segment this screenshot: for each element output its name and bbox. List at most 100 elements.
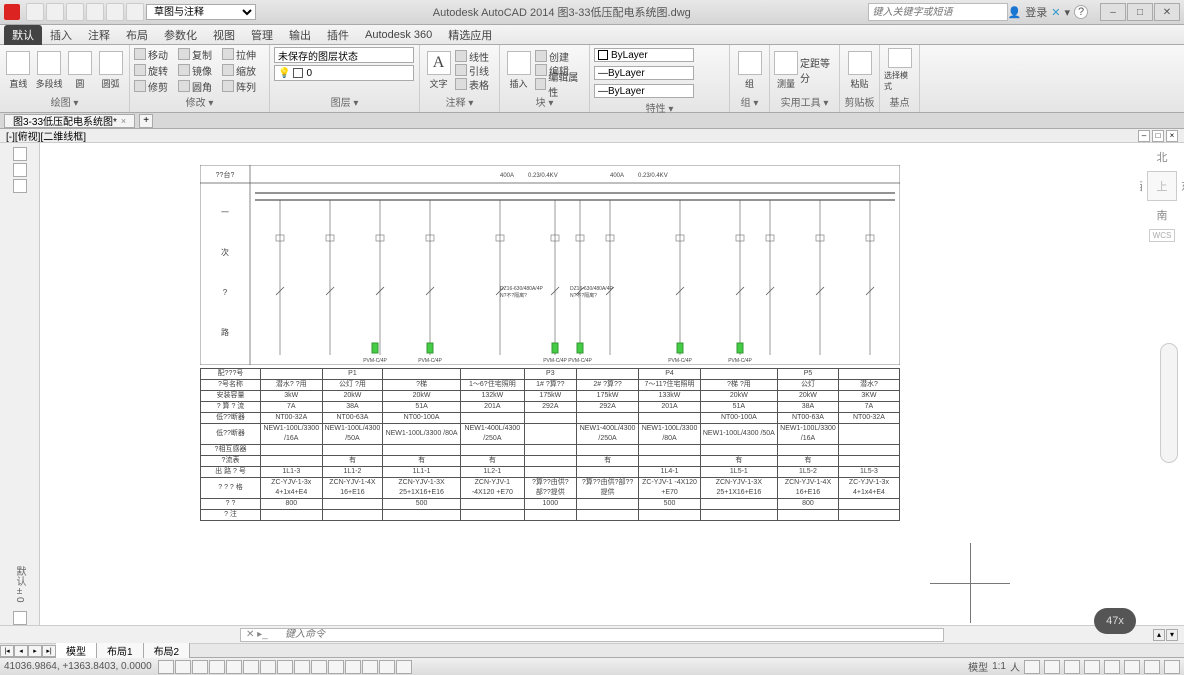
vp-maximize-icon[interactable]: □	[1152, 130, 1164, 142]
annot-引线[interactable]: 引线	[455, 63, 495, 77]
linetype-bylayer-dropdown[interactable]: — ByLayer	[594, 84, 694, 98]
modify-缩放[interactable]: 缩放	[222, 63, 264, 77]
status-right-btn-4[interactable]	[1104, 660, 1120, 674]
layout-first-icon[interactable]: |◂	[0, 645, 14, 657]
status-right-btn-6[interactable]	[1144, 660, 1160, 674]
new-tab-button[interactable]: +	[139, 114, 153, 128]
menu-tab-10[interactable]: 精选应用	[440, 25, 500, 45]
status-模型[interactable]: 模型	[968, 659, 988, 674]
qat-new-icon[interactable]	[26, 3, 44, 21]
modify-拉伸[interactable]: 拉伸	[222, 47, 264, 61]
layout-tab-布局1[interactable]: 布局1	[97, 643, 144, 658]
menu-tab-9[interactable]: Autodesk 360	[357, 27, 440, 43]
viewport-label[interactable]: [-][俯视][二维线框]	[6, 128, 86, 143]
menu-tab-3[interactable]: 布局	[118, 25, 156, 45]
paste-button[interactable]: 粘贴	[844, 48, 875, 92]
status-toggle-12[interactable]	[362, 660, 378, 674]
status-toggle-7[interactable]	[277, 660, 293, 674]
nav-north[interactable]: 北	[1157, 149, 1168, 165]
status-toggle-2[interactable]	[192, 660, 208, 674]
help-icon[interactable]: ?	[1074, 5, 1088, 19]
cmd-prompt-icon[interactable]: ✕ ▸_	[246, 629, 268, 640]
draw-直线[interactable]: 直线	[4, 48, 33, 92]
cmd-up-icon[interactable]: ▴	[1153, 629, 1165, 641]
close-button[interactable]: ✕	[1154, 3, 1180, 21]
layout-tab-布局2[interactable]: 布局2	[144, 643, 191, 658]
menu-tab-5[interactable]: 视图	[205, 25, 243, 45]
modify-移动[interactable]: 移动	[134, 47, 176, 61]
menu-tab-1[interactable]: 插入	[42, 25, 80, 45]
select-mode-button[interactable]: 选择模式	[884, 48, 915, 92]
measure-button[interactable]: 测量	[774, 48, 798, 92]
layout-tab-模型[interactable]: 模型	[56, 643, 97, 658]
draw-多段线[interactable]: 多段线	[35, 48, 64, 92]
layout-last-icon[interactable]: ▸|	[42, 645, 56, 657]
status-right-btn-2[interactable]	[1064, 660, 1080, 674]
qat-save-icon[interactable]	[66, 3, 84, 21]
vp-minimize-icon[interactable]: –	[1138, 130, 1150, 142]
menu-tab-0[interactable]: 默认	[4, 25, 42, 45]
text-button[interactable]: A文字	[424, 48, 453, 92]
app-logo-icon[interactable]	[4, 4, 20, 20]
command-input[interactable]	[240, 628, 944, 642]
status-toggle-10[interactable]	[328, 660, 344, 674]
modify-旋转[interactable]: 旋转	[134, 63, 176, 77]
status-toggle-13[interactable]	[379, 660, 395, 674]
color-bylayer-dropdown[interactable]: ByLayer	[594, 48, 694, 62]
wcs-badge[interactable]: WCS	[1149, 229, 1176, 242]
left-tool-2[interactable]	[13, 163, 27, 177]
block-编辑属性[interactable]: 编辑属性	[535, 77, 585, 91]
insert-block-button[interactable]: 插入	[504, 48, 533, 92]
menu-tab-2[interactable]: 注释	[80, 25, 118, 45]
menu-tab-4[interactable]: 参数化	[156, 25, 205, 45]
layout-next-icon[interactable]: ▸	[28, 645, 42, 657]
draw-圆[interactable]: 圆	[66, 48, 95, 92]
menu-tab-6[interactable]: 管理	[243, 25, 281, 45]
current-layer-dropdown[interactable]: 💡 0	[274, 65, 414, 81]
status-right-btn-0[interactable]	[1024, 660, 1040, 674]
left-tool-1[interactable]	[13, 147, 27, 161]
draw-圆弧[interactable]: 圆弧	[96, 48, 125, 92]
exchange-icon[interactable]: ✕	[1051, 6, 1060, 19]
workspace-dropdown[interactable]: 草图与注释	[146, 4, 256, 20]
qat-print-icon[interactable]	[126, 3, 144, 21]
status-toggle-8[interactable]	[294, 660, 310, 674]
modify-复制[interactable]: 复制	[178, 47, 220, 61]
drawing-canvas[interactable]: ??台?一次?路400A0.23/0.4KV400A0.23/0.4KVPVM-…	[40, 143, 1140, 625]
lineweight-bylayer-dropdown[interactable]: — ByLayer	[594, 66, 694, 80]
viewcube[interactable]: 上	[1147, 171, 1177, 201]
status-toggle-9[interactable]	[311, 660, 327, 674]
left-tool-3[interactable]	[13, 179, 27, 193]
modify-圆角[interactable]: 圆角	[178, 79, 220, 93]
navigation-bar[interactable]	[1160, 343, 1178, 463]
nav-south[interactable]: 南	[1157, 207, 1168, 223]
qat-undo-icon[interactable]	[86, 3, 104, 21]
annot-表格[interactable]: 表格	[455, 77, 495, 91]
status-toggle-5[interactable]	[243, 660, 259, 674]
menu-tab-7[interactable]: 输出	[281, 25, 319, 45]
status-toggle-0[interactable]	[158, 660, 174, 674]
status-toggle-11[interactable]	[345, 660, 361, 674]
help-search-input[interactable]	[868, 3, 1008, 21]
status-toggle-14[interactable]	[396, 660, 412, 674]
layout-prev-icon[interactable]: ◂	[14, 645, 28, 657]
maximize-button[interactable]: □	[1127, 3, 1153, 21]
cmd-down-icon[interactable]: ▾	[1166, 629, 1178, 641]
status-1:1[interactable]: 1:1	[992, 661, 1006, 672]
zoom-badge[interactable]: 47x	[1094, 608, 1136, 634]
minimize-button[interactable]: –	[1100, 3, 1126, 21]
block-创建[interactable]: 创建	[535, 49, 585, 63]
status-toggle-4[interactable]	[226, 660, 242, 674]
status-toggle-1[interactable]	[175, 660, 191, 674]
status-right-btn-3[interactable]	[1084, 660, 1100, 674]
vp-close-icon[interactable]: ×	[1166, 130, 1178, 142]
user-icon[interactable]: 👤	[1008, 6, 1022, 19]
login-link[interactable]: 登录	[1025, 4, 1047, 20]
viewport[interactable]: 默认±0 ??台?一次?路400A0.23/0.4KV400A0.23/0.4K…	[0, 143, 1184, 625]
qat-open-icon[interactable]	[46, 3, 64, 21]
status-人[interactable]: 人	[1010, 659, 1020, 674]
modify-修剪[interactable]: 修剪	[134, 79, 176, 93]
status-right-btn-5[interactable]	[1124, 660, 1140, 674]
status-toggle-3[interactable]	[209, 660, 225, 674]
annot-线性[interactable]: 线性	[455, 49, 495, 63]
